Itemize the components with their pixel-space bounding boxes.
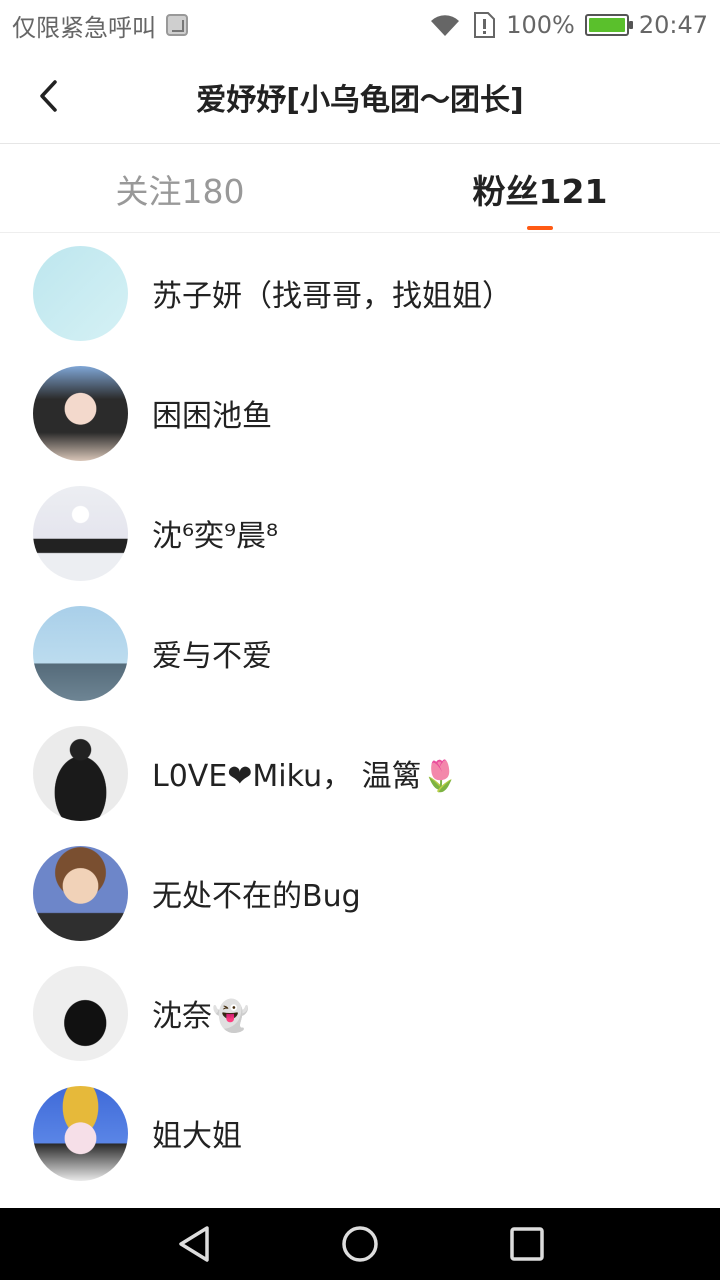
wifi-icon <box>431 15 460 37</box>
clock: 20:47 <box>638 11 708 39</box>
avatar[interactable] <box>33 1085 128 1181</box>
fan-name: 沈⁶奕⁹晨⁸ <box>152 519 279 554</box>
tab-fans[interactable]: 粉丝121 <box>360 145 720 232</box>
avatar[interactable] <box>33 725 128 821</box>
status-bar: 仅限紧急呼叫 100% 20:47 <box>0 0 720 50</box>
list-item[interactable]: 困困池鱼 <box>0 353 720 473</box>
fan-name: 爱与不爱 <box>152 639 272 674</box>
list-item[interactable]: 爱与不爱 <box>0 593 720 713</box>
tab-following[interactable]: 关注180 <box>0 145 360 232</box>
fan-name: 姐大姐 <box>152 1119 242 1154</box>
back-button[interactable] <box>28 76 68 116</box>
list-item[interactable]: L0VE❤Miku， 温篱🌷 <box>0 713 720 833</box>
fan-name: 无处不在的Bug <box>152 879 361 914</box>
recents-square-icon <box>509 1227 544 1261</box>
nav-home-button[interactable] <box>330 1214 390 1274</box>
fan-name: 困困池鱼 <box>152 399 272 434</box>
fan-name: 沈奈👻 <box>152 999 250 1034</box>
status-right: 100% 20:47 <box>428 11 708 39</box>
nav-back-button[interactable] <box>163 1214 223 1274</box>
fan-name: L0VE❤Miku， 温篱🌷 <box>152 759 459 794</box>
header: 爱妤妤[小乌龟团～团长] <box>0 50 720 144</box>
nav-recents-button[interactable] <box>497 1214 557 1274</box>
avatar[interactable] <box>33 605 128 701</box>
tab-following-label: 关注180 <box>115 171 245 211</box>
list-item[interactable]: 苏子妍（找哥哥，找姐姐） <box>0 233 720 353</box>
avatar[interactable] <box>33 845 128 941</box>
page-title: 爱妤妤[小乌龟团～团长] <box>196 82 524 118</box>
sim-card-alert-icon <box>474 12 496 38</box>
avatar[interactable] <box>33 965 128 1061</box>
status-left: 仅限紧急呼叫 <box>12 8 188 43</box>
list-item[interactable]: 无处不在的Bug <box>0 833 720 953</box>
active-tab-indicator <box>527 226 553 230</box>
tab-bar: 关注180 粉丝121 <box>0 145 720 233</box>
list-item[interactable]: 姐大姐 <box>0 1073 720 1193</box>
list-item[interactable]: 沈⁶奕⁹晨⁸ <box>0 473 720 593</box>
home-circle-icon <box>342 1226 378 1262</box>
list-item[interactable]: 沈奈👻 <box>0 953 720 1073</box>
system-nav-bar <box>0 1208 720 1280</box>
battery-percent: 100% <box>506 11 575 39</box>
avatar[interactable] <box>33 485 128 581</box>
fan-name: 苏子妍（找哥哥，找姐姐） <box>152 279 512 314</box>
chevron-left-icon <box>40 80 57 112</box>
avatar[interactable] <box>33 245 128 341</box>
back-triangle-icon <box>179 1226 210 1262</box>
carrier-text: 仅限紧急呼叫 <box>12 13 156 42</box>
tab-fans-label: 粉丝121 <box>472 171 608 211</box>
fans-list[interactable]: 苏子妍（找哥哥，找姐姐） 困困池鱼 沈⁶奕⁹晨⁸ 爱与不爱 L0VE❤Miku，… <box>0 233 720 1208</box>
battery-charging-icon <box>584 14 633 36</box>
avatar[interactable] <box>33 365 128 461</box>
sim-icon <box>166 14 188 36</box>
